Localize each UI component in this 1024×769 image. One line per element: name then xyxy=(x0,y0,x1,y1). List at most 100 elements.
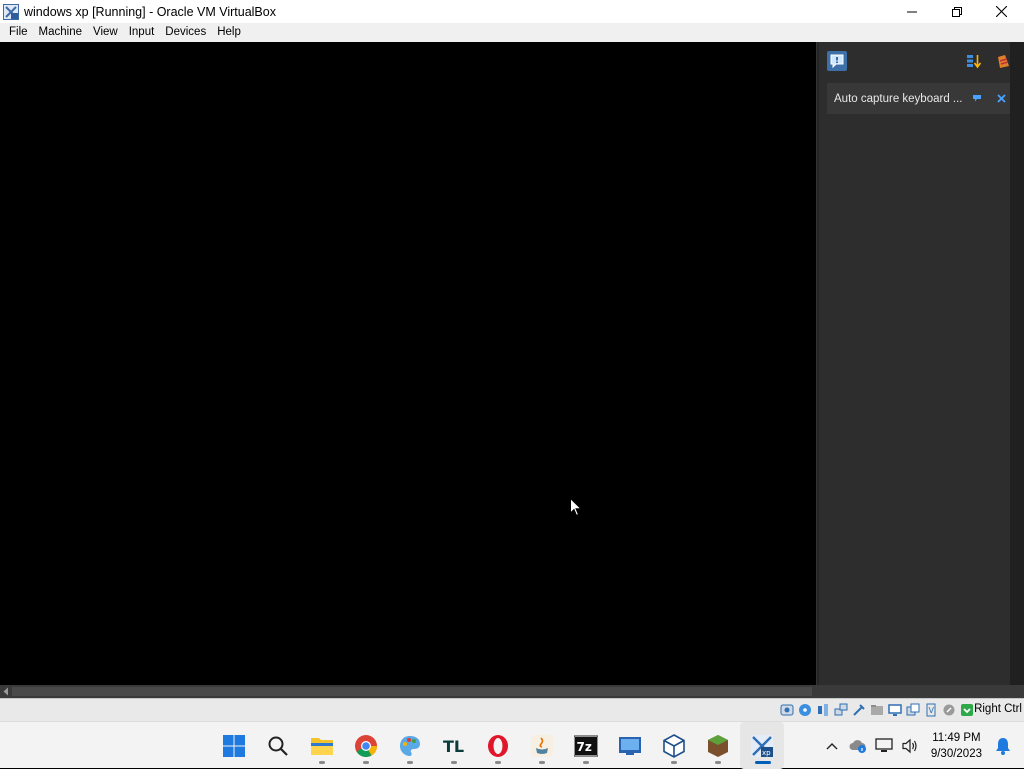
svg-text:TL: TL xyxy=(443,737,464,756)
taskbar-file-explorer[interactable] xyxy=(300,722,344,769)
taskbar-remote-desktop[interactable] xyxy=(608,722,652,769)
cpu-virtualization-icon[interactable]: V xyxy=(923,702,938,717)
opera-icon xyxy=(488,734,508,757)
running-indicator xyxy=(407,761,413,764)
notification-item[interactable]: Auto capture keyboard ... xyxy=(827,83,1015,114)
taskbar-tlauncher[interactable]: TL xyxy=(432,722,476,769)
menu-bar: File Machine View Input Devices Help xyxy=(0,23,1024,42)
minecraft-icon xyxy=(708,734,728,757)
tlauncher-icon: TL xyxy=(443,737,464,756)
scroll-left-arrow-icon[interactable] xyxy=(2,687,10,696)
running-indicator xyxy=(319,761,325,764)
active-indicator xyxy=(755,761,771,764)
taskbar-7zip[interactable]: 7z xyxy=(564,722,608,769)
vm-display[interactable] xyxy=(0,42,816,685)
close-icon xyxy=(996,93,1006,103)
taskbar-virtualbox[interactable] xyxy=(652,722,696,769)
clock-time: 11:49 PM xyxy=(932,731,981,744)
running-indicator xyxy=(363,761,369,764)
close-icon xyxy=(996,6,1007,17)
mouse-integration-icon[interactable] xyxy=(941,702,956,717)
notification-center-panel: Auto capture keyboard ... xyxy=(816,42,1024,685)
notification-text: Auto capture keyboard ... xyxy=(834,92,963,105)
network-icon xyxy=(875,737,893,752)
menu-view[interactable]: View xyxy=(88,23,123,42)
windows-taskbar: TL 7z xp 11:49 PM 9/30/2023 xyxy=(0,721,1024,769)
usb-icon[interactable] xyxy=(851,702,866,717)
notification-do-not-show-button[interactable] xyxy=(970,91,984,105)
menu-help[interactable]: Help xyxy=(212,23,246,42)
taskbar-apps: TL 7z xp xyxy=(212,722,784,769)
svg-text:V: V xyxy=(928,706,934,715)
notification-close-button[interactable] xyxy=(994,91,1008,105)
close-button[interactable] xyxy=(979,0,1024,23)
display-icon[interactable] xyxy=(887,702,902,717)
cloud-info-icon xyxy=(849,739,866,753)
taskbar-paint[interactable] xyxy=(388,722,432,769)
horizontal-scrollbar[interactable] xyxy=(0,685,1024,698)
panel-scrollbar[interactable] xyxy=(1010,42,1024,685)
search-icon xyxy=(268,736,288,756)
sort-notifications-button[interactable] xyxy=(964,51,984,71)
start-icon xyxy=(223,734,245,757)
shared-folders-icon[interactable] xyxy=(869,702,884,717)
menu-devices[interactable]: Devices xyxy=(160,23,211,42)
speaker-icon xyxy=(902,738,917,753)
running-indicator xyxy=(451,761,457,764)
virtualbox-icon xyxy=(663,733,685,758)
network-icon[interactable] xyxy=(833,702,848,717)
broom-icon xyxy=(998,55,1009,68)
volume-tray-button[interactable] xyxy=(899,735,921,757)
running-indicator xyxy=(583,761,589,764)
paint-icon xyxy=(400,735,420,756)
system-tray: 11:49 PM 9/30/2023 xyxy=(819,722,1024,769)
clock-date: 9/30/2023 xyxy=(930,747,982,760)
file-explorer-icon xyxy=(311,737,333,755)
running-indicator xyxy=(671,761,677,764)
taskbar-clock[interactable]: 11:49 PM 9/30/2023 xyxy=(931,730,982,762)
audio-icon[interactable] xyxy=(815,702,830,717)
recording-icon[interactable] xyxy=(905,702,920,717)
running-indicator xyxy=(715,761,721,764)
7zip-icon: 7z xyxy=(574,735,598,756)
horizontal-scroll-thumb[interactable] xyxy=(12,687,812,696)
show-hidden-icons-button[interactable] xyxy=(821,735,843,757)
status-indicators: V xyxy=(779,702,974,717)
notifications-button[interactable] xyxy=(992,735,1014,757)
taskbar-vm-windows-xp[interactable]: xp xyxy=(740,722,784,769)
remote-desktop-icon xyxy=(619,736,641,755)
host-key-label: Right Ctrl xyxy=(974,703,1022,715)
taskbar-java[interactable] xyxy=(520,722,564,769)
restore-icon xyxy=(951,6,962,17)
keyboard-capture-icon[interactable] xyxy=(959,702,974,717)
java-icon xyxy=(531,734,553,757)
message-balloon-icon xyxy=(830,54,844,68)
vm-status-bar: V Right Ctrl xyxy=(0,698,1024,721)
menu-file[interactable]: File xyxy=(4,23,33,42)
title-bar: windows xp [Running] - Oracle VM Virtual… xyxy=(0,0,1024,23)
taskbar-chrome[interactable] xyxy=(344,722,388,769)
minimize-icon xyxy=(906,11,917,12)
start-button[interactable] xyxy=(212,722,256,769)
hard-disk-icon[interactable] xyxy=(779,702,794,717)
menu-machine[interactable]: Machine xyxy=(34,23,87,42)
optical-disk-icon[interactable] xyxy=(797,702,812,717)
taskbar-search-button[interactable] xyxy=(256,722,300,769)
sort-icon xyxy=(967,55,982,69)
onedrive-tray-button[interactable] xyxy=(847,735,869,757)
chevron-up-icon xyxy=(826,742,838,749)
window-title: windows xp [Running] - Oracle VM Virtual… xyxy=(24,4,276,19)
taskbar-minecraft[interactable] xyxy=(696,722,740,769)
pin-icon xyxy=(973,95,981,102)
network-tray-button[interactable] xyxy=(873,735,895,757)
svg-text:7z: 7z xyxy=(577,740,592,754)
menu-input[interactable]: Input xyxy=(124,23,160,42)
notification-center-toggle-button[interactable] xyxy=(827,51,847,71)
maximize-button[interactable] xyxy=(934,0,979,23)
vm-xp-icon: xp xyxy=(751,734,773,757)
mouse-pointer-icon xyxy=(570,498,582,517)
svg-text:xp: xp xyxy=(762,749,771,757)
taskbar-opera[interactable] xyxy=(476,722,520,769)
minimize-button[interactable] xyxy=(889,0,934,23)
chrome-icon xyxy=(355,734,377,757)
